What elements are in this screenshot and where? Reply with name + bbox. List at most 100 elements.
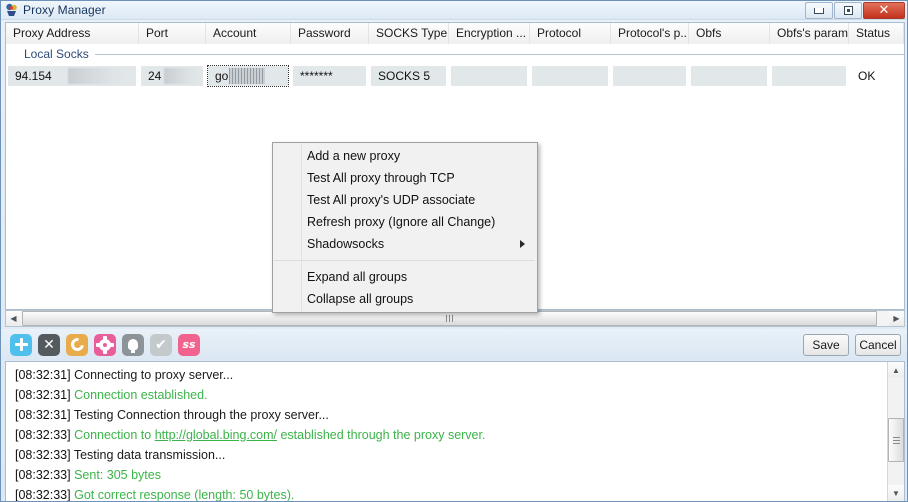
app-icon (5, 3, 19, 17)
log-message: Testing data transmission... (73, 448, 226, 462)
cell-encryption-text (449, 69, 458, 83)
column-header-proxy-address[interactable]: Proxy Address (6, 23, 139, 44)
cell-account[interactable]: go (206, 65, 291, 87)
column-header-status[interactable]: Status (849, 23, 904, 44)
cell-status[interactable]: OK (849, 65, 904, 87)
log-vertical-scrollbar[interactable]: ▲ ▼ (887, 362, 904, 501)
log-message-prefix: Connection to (74, 428, 155, 442)
cell-protocol[interactable] (530, 65, 611, 87)
column-header-obfs[interactable]: Obfs (689, 23, 770, 44)
column-header-encryption[interactable]: Encryption ... (449, 23, 530, 44)
log-message: Sent: 305 bytes (74, 468, 161, 482)
cell-protocol-param[interactable] (611, 65, 689, 87)
redaction-blur-account (229, 68, 265, 84)
cell-obfs-text (689, 69, 698, 83)
column-header-protocol[interactable]: Protocol (530, 23, 611, 44)
log-line: [08:32:33] Got correct response (length:… (15, 485, 887, 501)
delete-proxy-icon[interactable]: ✕ (38, 333, 60, 356)
column-header-account[interactable]: Account (206, 23, 291, 44)
proxy-manager-window: Proxy Manager ✕ Proxy Address Port Accou… (0, 0, 908, 502)
column-header-socks-type[interactable]: SOCKS Type (369, 23, 449, 44)
group-row-local-socks[interactable]: Local Socks (6, 44, 904, 65)
cell-socks-type[interactable]: SOCKS 5 (369, 65, 449, 87)
cell-obfs-param[interactable] (770, 65, 849, 87)
log-panel: [08:32:31] Connecting to proxy server...… (5, 361, 905, 501)
cell-encryption[interactable] (449, 65, 530, 87)
save-button[interactable]: Save (803, 333, 849, 356)
chevron-right-icon[interactable]: ▶ (889, 311, 904, 326)
log-timestamp: [08:32:31] (15, 368, 71, 382)
log-timestamp: [08:32:33] (15, 488, 71, 501)
log-line: [08:32:31] Testing Connection through th… (15, 405, 887, 425)
cell-protocol-text (530, 69, 539, 83)
log-line: [08:32:33] Sent: 305 bytes (15, 465, 887, 485)
group-divider-line (94, 53, 904, 55)
vscroll-thumb[interactable] (888, 418, 904, 462)
close-icon: ✕ (878, 3, 890, 18)
table-row[interactable]: 94.154 24 go ******* SOCKS 5 OK (6, 65, 904, 87)
log-lines: [08:32:31] Connecting to proxy server...… (6, 362, 887, 501)
log-timestamp: [08:32:31] (15, 388, 71, 402)
column-header-password[interactable]: Password (291, 23, 369, 44)
menu-item-add-a-new-proxy[interactable]: Add a new proxy (273, 145, 537, 167)
column-header-obfs-param[interactable]: Obfs's param (770, 23, 849, 44)
log-message: Connection established. (74, 388, 208, 402)
add-proxy-icon[interactable] (10, 333, 32, 356)
cell-password[interactable]: ******* (291, 65, 369, 87)
lightbulb-icon[interactable] (122, 333, 144, 356)
menu-item-test-all-proxy-through-tcp[interactable]: Test All proxy through TCP (273, 167, 537, 189)
window-title: Proxy Manager (23, 3, 106, 17)
cell-proxy-address[interactable]: 94.154 (6, 65, 139, 87)
minimize-button[interactable] (805, 2, 833, 19)
hscroll-track[interactable] (21, 311, 889, 326)
table-header-row: Proxy Address Port Account Password SOCK… (6, 23, 904, 44)
refresh-icon[interactable] (66, 333, 88, 356)
column-header-port[interactable]: Port (139, 23, 206, 44)
log-message: Testing Connection through the proxy ser… (73, 408, 329, 422)
menu-item-refresh-proxy[interactable]: Refresh proxy (Ignore all Change) (273, 211, 537, 233)
log-link[interactable]: http://global.bing.com/ (155, 428, 277, 442)
shadowsocks-icon[interactable]: ss (178, 333, 200, 356)
hscroll-thumb[interactable] (22, 311, 877, 326)
maximize-button[interactable] (834, 2, 862, 19)
triangle-down-icon[interactable]: ▼ (888, 485, 904, 501)
check-icon[interactable]: ✔ (150, 333, 172, 356)
log-message: Got correct response (length: 50 bytes). (74, 488, 295, 501)
cell-socks-type-text: SOCKS 5 (378, 69, 431, 83)
log-line: [08:32:33] Testing data transmission... (15, 445, 887, 465)
redaction-blur-port (164, 68, 202, 84)
log-message-suffix: established through the proxy server. (277, 428, 486, 442)
cell-account-text: go (215, 69, 229, 83)
log-timestamp: [08:32:33] (15, 428, 71, 442)
cancel-button[interactable]: Cancel (855, 333, 901, 356)
maximize-icon (843, 6, 853, 15)
log-line: [08:32:33] Connection to http://global.b… (15, 425, 887, 445)
column-header-protocol-param[interactable]: Protocol's p... (611, 23, 689, 44)
vscroll-track[interactable] (888, 378, 904, 485)
log-timestamp: [08:32:31] (15, 408, 71, 422)
log-line: [08:32:31] Connecting to proxy server... (15, 365, 887, 385)
log-message: Connecting to proxy server... (74, 368, 234, 382)
chevron-left-icon[interactable]: ◀ (6, 311, 21, 326)
window-controls: ✕ (805, 2, 905, 19)
toolbar-buttons: Save Cancel (803, 333, 901, 356)
cell-protocol-param-text (611, 69, 620, 83)
triangle-up-icon[interactable]: ▲ (888, 362, 904, 378)
cell-port[interactable]: 24 (139, 65, 206, 87)
cell-port-text: 24 (148, 69, 162, 83)
menu-item-collapse-all-groups[interactable]: Collapse all groups (273, 288, 537, 310)
log-timestamp: [08:32:33] (15, 468, 71, 482)
cell-obfs[interactable] (689, 65, 770, 87)
title-bar: Proxy Manager ✕ (1, 1, 907, 20)
close-button[interactable]: ✕ (863, 2, 905, 19)
grip-icon (892, 436, 900, 444)
cell-password-text: ******* (300, 69, 333, 83)
redaction-blur-proxy-address (68, 68, 130, 84)
settings-gear-icon[interactable] (94, 333, 116, 356)
menu-item-test-all-proxy-udp-associate[interactable]: Test All proxy's UDP associate (273, 189, 537, 211)
menu-item-shadowsocks[interactable]: Shadowsocks (273, 233, 537, 255)
menu-item-expand-all-groups[interactable]: Expand all groups (273, 266, 537, 288)
bottom-toolbar: ✕ ✔ ss Save Cancel (1, 329, 907, 360)
group-label: Local Socks (24, 47, 89, 61)
menu-separator (274, 260, 535, 261)
